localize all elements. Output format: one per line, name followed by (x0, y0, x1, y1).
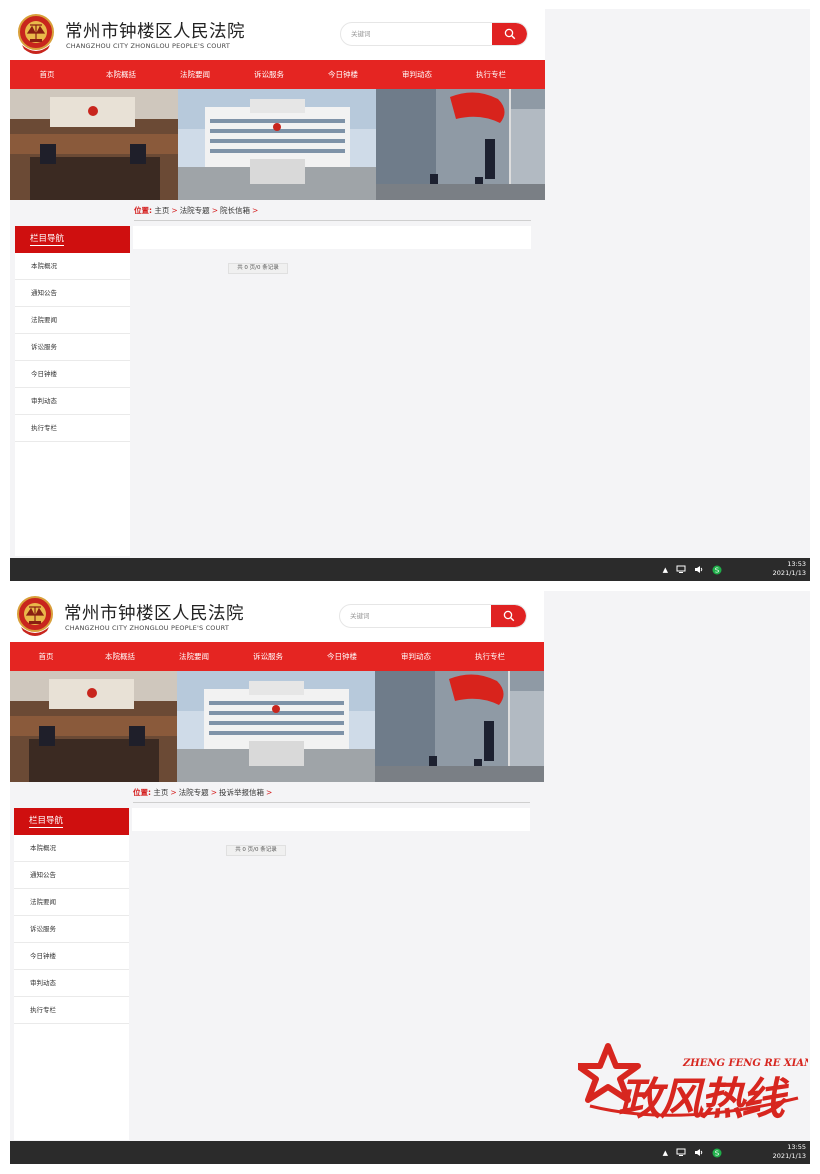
clock-date: 2021/1/13 (772, 569, 806, 577)
taskbar: ▲ S 13:53 2021/1/13 (10, 558, 810, 581)
pagination: 共 0 页/0 条记录 (226, 845, 286, 856)
search-button[interactable] (491, 605, 526, 627)
sidebar-item-enforcement[interactable]: 执行专栏 (14, 997, 129, 1024)
sidebar-item-enforcement[interactable]: 执行专栏 (15, 415, 130, 442)
banner-image (10, 671, 544, 782)
sidebar-item-notices[interactable]: 通知公告 (15, 280, 130, 307)
sidebar-heading: 栏目导航 (15, 226, 130, 253)
nav-news[interactable]: 法院要闻 (157, 642, 231, 671)
nav-news[interactable]: 法院要闻 (158, 60, 232, 89)
chevron-up-icon[interactable]: ▲ (663, 566, 668, 574)
nav-enforcement[interactable]: 执行专栏 (453, 642, 527, 671)
search-icon (504, 28, 515, 40)
nav-home[interactable]: 首页 (10, 642, 83, 671)
breadcrumb-label: 位置: (133, 788, 151, 797)
content-area (132, 808, 530, 831)
court-emblem-icon (18, 14, 54, 54)
main-nav: 首页 本院概括 法院要闻 诉讼服务 今日钟楼 审判动态 执行专栏 (10, 642, 544, 671)
search-input[interactable] (340, 605, 492, 627)
nav-today[interactable]: 今日钟楼 (306, 60, 380, 89)
nav-about[interactable]: 本院概括 (84, 60, 158, 89)
volume-icon[interactable] (694, 1148, 704, 1157)
main-nav: 首页 本院概括 法院要闻 诉讼服务 今日钟楼 审判动态 执行专栏 (10, 60, 545, 89)
app-s-icon[interactable]: S (712, 1148, 722, 1158)
site-title: 常州市钟楼区人民法院 (65, 22, 245, 42)
svg-text:S: S (715, 566, 720, 574)
screenshot-1: 常州市钟楼区人民法院 CHANGZHOU CITY ZHONGLOU PEOPL… (10, 9, 810, 581)
volume-icon[interactable] (694, 565, 704, 574)
breadcrumb-current[interactable]: 院长信箱 (220, 206, 250, 215)
taskbar: ▲ S 13:55 2021/1/13 (10, 1141, 810, 1164)
pagination: 共 0 页/0 条记录 (228, 263, 288, 274)
sidebar-item-trial[interactable]: 审判动态 (14, 970, 129, 997)
site-header: 常州市钟楼区人民法院 CHANGZHOU CITY ZHONGLOU PEOPL… (10, 9, 545, 60)
clock-date: 2021/1/13 (772, 1152, 806, 1160)
sidebar-item-today[interactable]: 今日钟楼 (14, 943, 129, 970)
sidebar-item-about[interactable]: 本院概况 (14, 835, 129, 862)
system-tray: ▲ S (663, 1141, 722, 1164)
nav-litigation[interactable]: 诉讼服务 (231, 642, 305, 671)
court-emblem-icon (17, 596, 53, 636)
nav-trial[interactable]: 审判动态 (379, 642, 453, 671)
search-input[interactable] (341, 23, 493, 45)
sidebar: 栏目导航 本院概况 通知公告 法院要闻 诉讼服务 今日钟楼 审判动态 执行专栏 (14, 808, 129, 1140)
breadcrumb: 位置: 主页 > 法院专题 > 院长信箱 > (134, 205, 531, 221)
clock-time: 13:55 (787, 1143, 806, 1151)
sidebar-item-about[interactable]: 本院概况 (15, 253, 130, 280)
chevron-up-icon[interactable]: ▲ (663, 1149, 668, 1157)
content-area (133, 226, 531, 249)
screenshot-2: 常州市钟楼区人民法院 CHANGZHOU CITY ZHONGLOU PEOPL… (10, 591, 810, 1164)
site-subtitle: CHANGZHOU CITY ZHONGLOU PEOPLE'S COURT (66, 42, 230, 50)
breadcrumb-label: 位置: (134, 206, 152, 215)
sidebar: 栏目导航 本院概况 通知公告 法院要闻 诉讼服务 今日钟楼 审判动态 执行专栏 (15, 226, 130, 556)
nav-trial[interactable]: 审判动态 (380, 60, 454, 89)
search-box (340, 22, 528, 46)
taskbar-clock[interactable]: 13:53 2021/1/13 (762, 560, 806, 578)
clock-time: 13:53 (787, 560, 806, 568)
sidebar-item-notices[interactable]: 通知公告 (14, 862, 129, 889)
site-title: 常州市钟楼区人民法院 (64, 604, 244, 624)
nav-litigation[interactable]: 诉讼服务 (232, 60, 306, 89)
breadcrumb-home[interactable]: 主页 (154, 206, 169, 215)
site-subtitle: CHANGZHOU CITY ZHONGLOU PEOPLE'S COURT (65, 624, 229, 632)
sidebar-item-trial[interactable]: 审判动态 (15, 388, 130, 415)
nav-today[interactable]: 今日钟楼 (305, 642, 379, 671)
sidebar-item-news[interactable]: 法院要闻 (14, 889, 129, 916)
court-website: 常州市钟楼区人民法院 CHANGZHOU CITY ZHONGLOU PEOPL… (10, 591, 544, 1164)
breadcrumb-section[interactable]: 法院专题 (179, 788, 209, 797)
nav-home[interactable]: 首页 (10, 60, 84, 89)
sidebar-item-litigation[interactable]: 诉讼服务 (15, 334, 130, 361)
taskbar-clock[interactable]: 13:55 2021/1/13 (762, 1143, 806, 1161)
nav-about[interactable]: 本院概括 (83, 642, 157, 671)
sidebar-item-litigation[interactable]: 诉讼服务 (14, 916, 129, 943)
nav-enforcement[interactable]: 执行专栏 (454, 60, 528, 89)
sidebar-item-news[interactable]: 法院要闻 (15, 307, 130, 334)
site-header: 常州市钟楼区人民法院 CHANGZHOU CITY ZHONGLOU PEOPL… (10, 591, 544, 642)
system-tray: ▲ S (663, 558, 722, 581)
search-box (339, 604, 527, 628)
sidebar-item-today[interactable]: 今日钟楼 (15, 361, 130, 388)
zhengfeng-rexian-logo: ZHENG FENG RE XIAN 政风热线 (578, 1043, 808, 1121)
breadcrumb-section[interactable]: 法院专题 (180, 206, 210, 215)
network-icon[interactable] (676, 565, 686, 574)
breadcrumb-home[interactable]: 主页 (153, 788, 168, 797)
court-website: 常州市钟楼区人民法院 CHANGZHOU CITY ZHONGLOU PEOPL… (10, 9, 545, 581)
app-s-icon[interactable]: S (712, 565, 722, 575)
svg-text:S: S (715, 1149, 720, 1157)
banner-image (10, 89, 545, 200)
sidebar-heading: 栏目导航 (14, 808, 129, 835)
search-button[interactable] (492, 23, 527, 45)
breadcrumb-current[interactable]: 投诉举报信箱 (219, 788, 264, 797)
search-icon (503, 610, 514, 622)
breadcrumb: 位置: 主页 > 法院专题 > 投诉举报信箱 > (133, 787, 530, 803)
logo-pinyin: ZHENG FENG RE XIAN (682, 1058, 808, 1069)
network-icon[interactable] (676, 1148, 686, 1157)
